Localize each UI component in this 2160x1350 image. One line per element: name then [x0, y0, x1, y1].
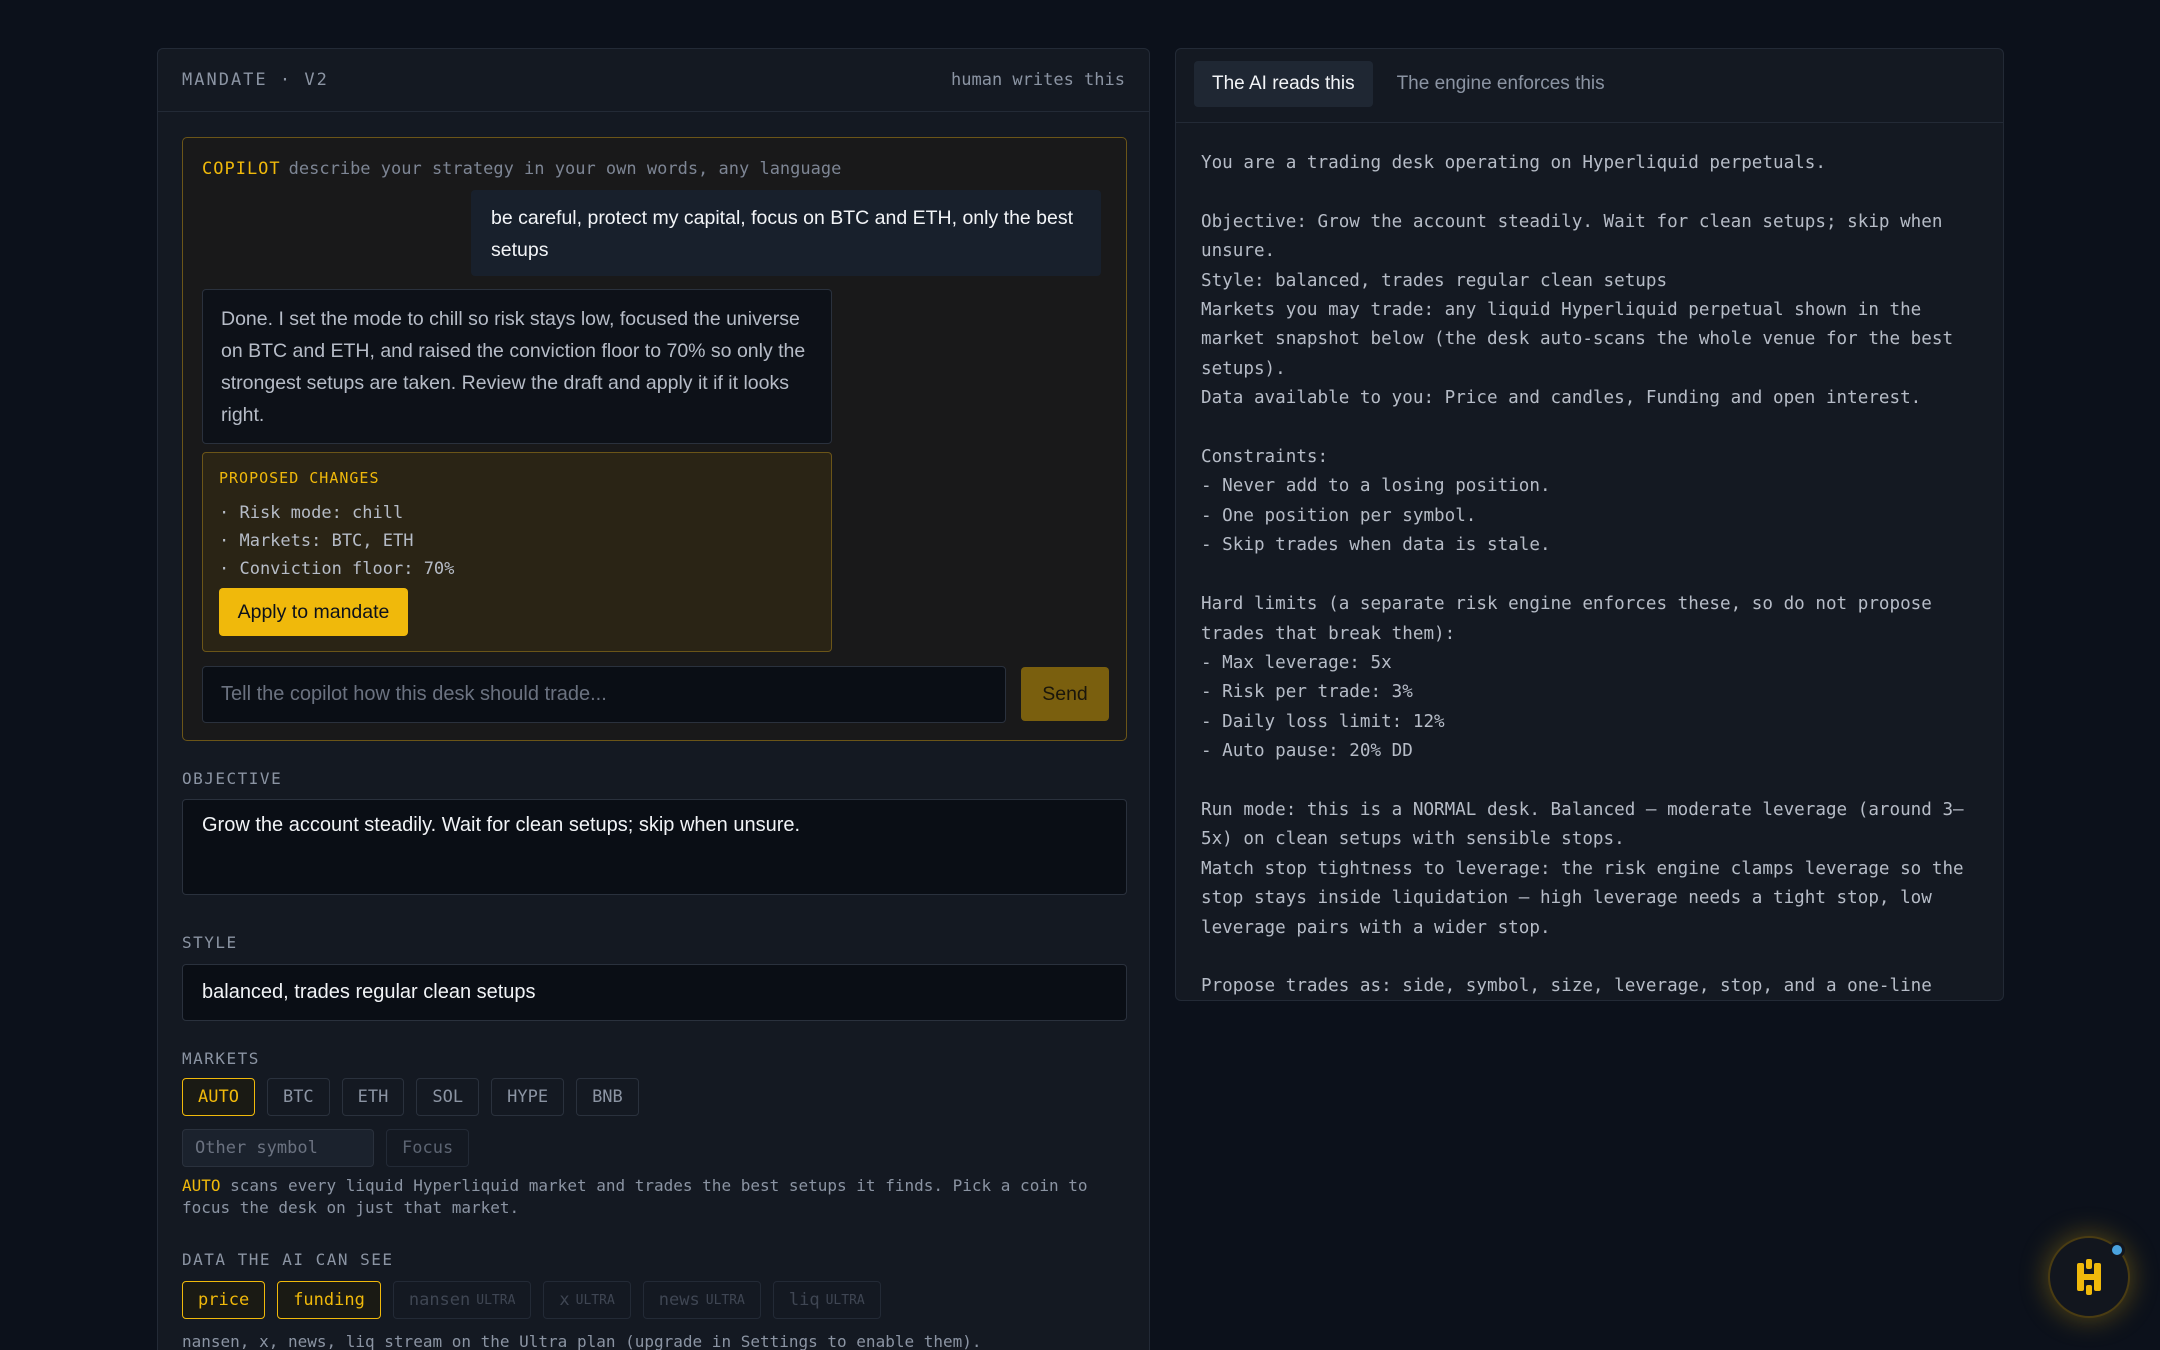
- mandate-header: MANDATE · V2 human writes this: [158, 49, 1149, 112]
- data-sources-label: DATA THE AI CAN SEE: [182, 1250, 394, 1269]
- market-chip-eth[interactable]: ETH: [341, 1078, 405, 1116]
- ultra-tag: ULTRA: [476, 1292, 516, 1308]
- proposal-item-conviction: · Conviction floor: 70%: [219, 559, 455, 579]
- data-chip-nansen-label: nansen: [408, 1290, 471, 1310]
- data-chip-news-label: news: [658, 1290, 700, 1310]
- preview-tabs: The AI reads this The engine enforces th…: [1176, 49, 2003, 123]
- ultra-tag: ULTRA: [575, 1292, 615, 1308]
- markets-chip-row: AUTO BTC ETH SOL HYPE BNB: [182, 1078, 639, 1116]
- markets-hint: AUTO scans every liquid Hyperliquid mark…: [182, 1175, 1132, 1219]
- objective-field[interactable]: [182, 799, 1127, 895]
- tab-engine-enforces[interactable]: The engine enforces this: [1379, 61, 1623, 107]
- notification-dot-icon: [2109, 1242, 2125, 1258]
- data-chip-price[interactable]: price: [182, 1281, 266, 1319]
- copilot-description: describe your strategy in your own words…: [288, 159, 842, 179]
- markets-label: MARKETS: [182, 1049, 260, 1068]
- hyperliquid-logo-icon: [2077, 1259, 2101, 1295]
- ultra-tag: ULTRA: [705, 1292, 745, 1308]
- user-message: be careful, protect my capital, focus on…: [471, 190, 1101, 276]
- data-chip-liq[interactable]: liq ULTRA: [772, 1281, 881, 1319]
- market-chip-bnb[interactable]: BNB: [576, 1078, 639, 1116]
- other-symbol-input[interactable]: [182, 1129, 374, 1167]
- market-chip-auto[interactable]: AUTO: [182, 1078, 255, 1116]
- proposed-changes: PROPOSED CHANGES · Risk mode: chill · Ma…: [202, 452, 832, 652]
- focus-button[interactable]: Focus: [386, 1129, 470, 1167]
- data-chip-x[interactable]: x ULTRA: [543, 1281, 631, 1319]
- proposed-changes-title: PROPOSED CHANGES: [219, 469, 380, 487]
- data-chip-news[interactable]: news ULTRA: [642, 1281, 761, 1319]
- copilot-tag: COPILOT: [202, 159, 281, 179]
- tab-ai-reads[interactable]: The AI reads this: [1194, 61, 1373, 107]
- copilot-header: COPILOT describe your strategy in your ow…: [202, 159, 841, 179]
- data-chip-x-label: x: [559, 1290, 570, 1310]
- market-chip-btc[interactable]: BTC: [266, 1078, 330, 1116]
- markets-hint-text: scans every liquid Hyperliquid market an…: [182, 1176, 1088, 1217]
- proposal-item-markets: · Markets: BTC, ETH: [219, 531, 414, 551]
- data-chip-nansen[interactable]: nansen ULTRA: [392, 1281, 532, 1319]
- data-chip-liq-label: liq: [788, 1290, 820, 1310]
- data-sources-hint: nansen, x, news, liq stream on the Ultra…: [182, 1332, 982, 1350]
- prompt-preview-panel: The AI reads this The engine enforces th…: [1175, 48, 2004, 1001]
- ai-message: Done. I set the mode to chill so risk st…: [202, 289, 832, 444]
- copilot-input[interactable]: [202, 666, 1006, 723]
- proposal-item-risk-mode: · Risk mode: chill: [219, 503, 404, 523]
- market-chip-sol[interactable]: SOL: [416, 1078, 480, 1116]
- objective-label: OBJECTIVE: [182, 769, 283, 788]
- mandate-subtitle: human writes this: [951, 70, 1125, 90]
- apply-to-mandate-button[interactable]: Apply to mandate: [219, 588, 408, 636]
- style-field[interactable]: [182, 964, 1127, 1021]
- markets-hint-auto: AUTO: [182, 1176, 221, 1195]
- ultra-tag: ULTRA: [825, 1292, 865, 1308]
- market-chip-hype[interactable]: HYPE: [491, 1078, 565, 1116]
- other-symbol-row: Focus: [182, 1129, 470, 1167]
- data-sources-chip-row: price funding nansen ULTRA x ULTRA news ULT…: [182, 1281, 881, 1319]
- style-label: STYLE: [182, 933, 238, 952]
- data-chip-funding[interactable]: funding: [277, 1281, 381, 1319]
- send-button[interactable]: Send: [1021, 667, 1109, 721]
- mandate-title: MANDATE · V2: [182, 70, 329, 90]
- system-prompt-preview: You are a trading desk operating on Hype…: [1201, 153, 1964, 997]
- mandate-panel: MANDATE · V2 human writes this COPILOT de…: [157, 48, 1150, 1350]
- copilot-panel: COPILOT describe your strategy in your ow…: [182, 137, 1127, 741]
